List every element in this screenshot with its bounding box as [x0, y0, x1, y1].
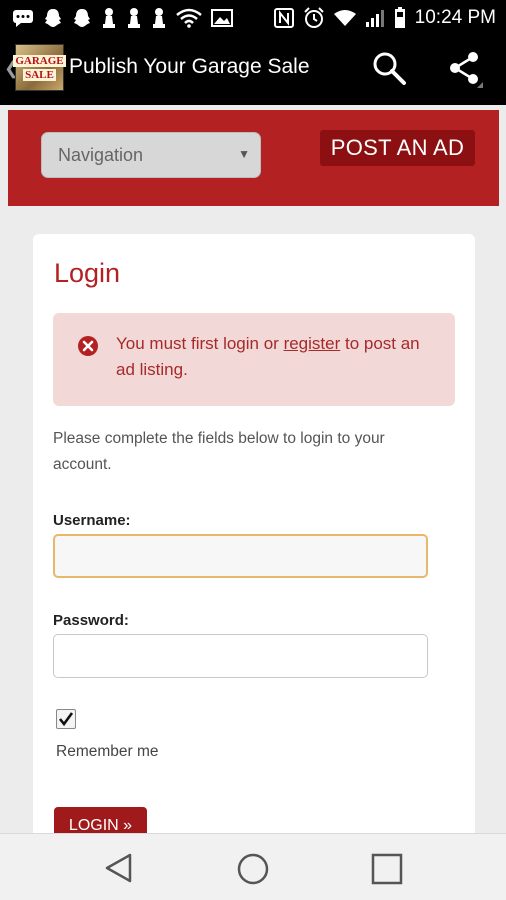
- remember-me-checkbox[interactable]: [56, 709, 76, 729]
- image-icon: [211, 8, 233, 28]
- password-field[interactable]: [53, 634, 428, 678]
- system-nav-bar: [0, 833, 506, 900]
- error-alert: You must first login or register to post…: [53, 313, 455, 406]
- site-header: Navigation ▼ POST AN AD: [8, 110, 499, 206]
- page-title: Login: [54, 258, 121, 288]
- chess-pawn-icon: [151, 7, 167, 29]
- app-bar: ❮ GARAGE SALE Publish Your Garage Sale: [0, 36, 506, 100]
- alarm-icon: [303, 7, 325, 29]
- navigation-select[interactable]: Navigation ▼: [41, 132, 261, 178]
- nfc-icon: [273, 8, 294, 28]
- app-bar-divider: [0, 100, 506, 105]
- search-icon[interactable]: [371, 50, 407, 91]
- remember-me-label: Remember me: [56, 743, 159, 760]
- message-icon: [12, 8, 34, 28]
- chess-pawn-icon: [101, 7, 117, 29]
- share-icon[interactable]: [447, 50, 487, 95]
- wifi-icon: [333, 9, 356, 27]
- password-label: Password:: [53, 612, 129, 629]
- chess-pawn-icon: [126, 7, 142, 29]
- system-icons: 10:24 PM: [273, 7, 496, 29]
- app-logo[interactable]: GARAGE SALE: [13, 44, 66, 91]
- battery-icon: [394, 7, 406, 29]
- back-triangle-icon[interactable]: [103, 852, 135, 889]
- alert-message: You must first login or register to post…: [116, 331, 436, 383]
- login-instructions: Please complete the fields below to logi…: [53, 430, 385, 473]
- signal-icon: [365, 8, 385, 28]
- error-circle-icon: [77, 335, 99, 362]
- logo-word-garage: GARAGE: [13, 54, 66, 67]
- post-an-ad-button[interactable]: POST AN AD: [320, 130, 475, 166]
- checkmark-icon: [58, 712, 74, 727]
- wifi-icon: [176, 8, 202, 28]
- ghost-icon: [43, 8, 63, 28]
- dropdown-caret-icon: ▼: [238, 147, 250, 161]
- username-field[interactable]: [53, 534, 428, 578]
- logo-word-sale: SALE: [23, 68, 56, 81]
- alert-text-before: You must first login or: [116, 334, 284, 353]
- login-card: Login You must first login or register t…: [33, 234, 475, 845]
- username-label: Username:: [53, 512, 131, 529]
- clock-time: 10:24 PM: [414, 7, 496, 28]
- app-title: Publish Your Garage Sale: [69, 55, 310, 78]
- notification-icons: [12, 7, 233, 29]
- status-bar: 10:24 PM: [0, 0, 506, 36]
- ghost-icon: [72, 8, 92, 28]
- recents-square-icon[interactable]: [371, 853, 403, 890]
- navigation-select-value: Navigation: [58, 144, 144, 165]
- home-circle-icon[interactable]: [236, 852, 270, 891]
- register-link[interactable]: register: [284, 334, 341, 353]
